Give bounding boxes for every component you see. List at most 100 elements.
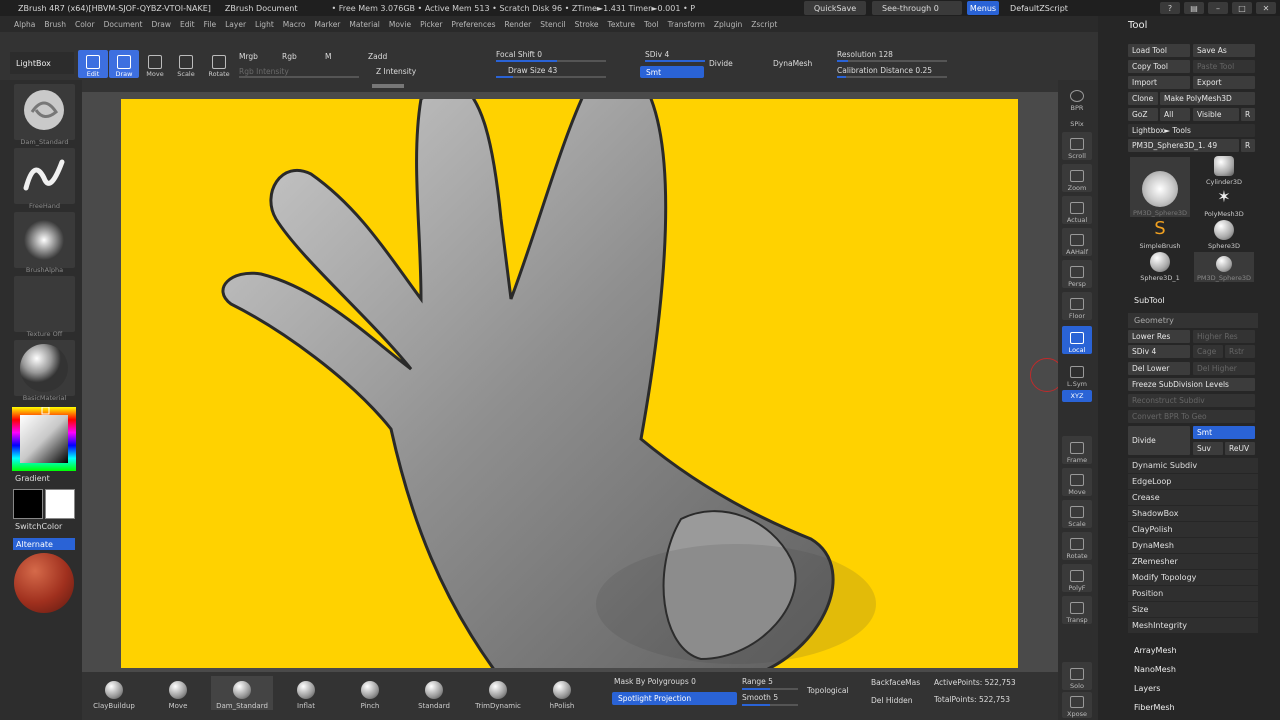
move-button[interactable]: Move [140,50,170,78]
smt-toggle[interactable]: Smt [640,66,704,78]
backface-mask-button[interactable]: BackfaceMas [871,678,920,687]
tool-thumb-pm3d-sphere3d[interactable]: PM3D_Sphere3D [1130,157,1190,217]
mrgb-button[interactable]: Mrgb [239,52,258,61]
current-tool-slider[interactable]: PM3D_Sphere3D_1. 49 [1128,139,1239,152]
menu-stencil[interactable]: Stencil [540,20,565,29]
shelf-scroll-handle[interactable] [372,84,404,88]
rgb-button[interactable]: Rgb [282,52,297,61]
secondary-color-swatch[interactable] [13,489,43,519]
tool-palette-title[interactable]: Tool [1128,20,1147,31]
menu-draw[interactable]: Draw [151,20,171,29]
menu-light[interactable]: Light [255,20,274,29]
scale-button[interactable]: Scale [171,50,201,78]
xpose-button[interactable]: Xpose [1062,692,1092,718]
menu-zplugin[interactable]: Zplugin [714,20,742,29]
zremesher-section[interactable]: ZRemesher [1128,554,1258,569]
tool-thumb-cylinder3d[interactable]: Cylinder3D [1194,156,1254,186]
tool-thumb-sphere3d-1[interactable]: Sphere3D_1 [1130,252,1190,282]
scale-view-button[interactable]: Scale [1062,500,1092,528]
document-canvas[interactable] [121,99,1018,668]
minimize-icon[interactable]: – [1208,2,1228,14]
nanomesh-section[interactable]: NanoMesh [1128,665,1258,674]
del-lower-button[interactable]: Del Lower [1128,362,1190,375]
lsym-button[interactable]: L.Sym [1062,360,1092,388]
menu-file[interactable]: File [204,20,217,29]
see-through-slider[interactable]: See-through 0 [872,1,962,15]
menu-render[interactable]: Render [505,20,532,29]
m-button[interactable]: M [325,52,331,61]
frame-button[interactable]: Frame [1062,436,1092,464]
close-icon[interactable]: ✕ [1256,2,1276,14]
menu-stroke[interactable]: Stroke [575,20,599,29]
quicksave-button[interactable]: QuickSave [804,1,866,15]
cage-button[interactable]: Cage [1193,345,1223,358]
del-higher-button[interactable]: Del Higher [1193,362,1255,375]
scroll-button[interactable]: Scroll [1062,132,1092,160]
lightbox-tools-button[interactable]: Lightbox► Tools [1128,124,1255,137]
calibration-distance-slider[interactable]: Calibration Distance 0.25 [837,66,932,75]
dynamesh-button[interactable]: DynaMesh [773,59,812,68]
menu-zscript[interactable]: Zscript [751,20,777,29]
brush-standard[interactable]: Standard [403,676,465,710]
arraymesh-section[interactable]: ArrayMesh [1128,646,1258,655]
lightbox-button[interactable]: LightBox [10,52,74,74]
rstr-button[interactable]: Rstr [1225,345,1255,358]
spix-slider[interactable]: SPix [1062,114,1092,128]
maximize-icon[interactable]: □ [1232,2,1252,14]
menu-texture[interactable]: Texture [608,20,635,29]
claypolish-section[interactable]: ClayPolish [1128,522,1258,537]
menu-transform[interactable]: Transform [668,20,705,29]
brush-pinch[interactable]: Pinch [339,676,401,710]
goz-r-button[interactable]: R [1241,108,1255,121]
help-icon[interactable]: ? [1160,2,1180,14]
bpr-button[interactable]: BPR [1062,84,1092,112]
stroke-selector[interactable] [14,148,75,204]
convert-bpr-to-geo-button[interactable]: Convert BPR To Geo [1128,410,1255,423]
switch-color-button[interactable]: SwitchColor [15,522,62,531]
main-color-swatch[interactable] [45,489,75,519]
menu-brush[interactable]: Brush [44,20,66,29]
brush-trimdynamic[interactable]: TrimDynamic [467,676,529,710]
menu-material[interactable]: Material [349,20,379,29]
smooth-track[interactable] [742,704,798,706]
menu-layer[interactable]: Layer [225,20,246,29]
persp-button[interactable]: Persp [1062,260,1092,288]
topological-button[interactable]: Topological [807,686,849,695]
spotlight-projection-toggle[interactable]: Spotlight Projection [612,692,737,705]
dynamesh-section[interactable]: DynaMesh [1128,538,1258,553]
clone-button[interactable]: Clone [1128,92,1158,105]
lower-res-button[interactable]: Lower Res [1128,330,1190,343]
smt-panel-toggle[interactable]: Smt [1193,426,1255,439]
export-button[interactable]: Export [1193,76,1255,89]
rotate-view-button[interactable]: Rotate [1062,532,1092,560]
tool-thumb-sphere3d[interactable]: Sphere3D [1194,220,1254,250]
range-track[interactable] [742,688,798,690]
material-selector[interactable] [14,340,75,396]
actual-button[interactable]: Actual [1062,196,1092,224]
rgb-intensity-slider[interactable]: Rgb Intensity [239,67,289,76]
freeze-subdivision-levels-button[interactable]: Freeze SubDivision Levels [1128,378,1255,391]
default-zscript-button[interactable]: DefaultZScript [1003,1,1075,15]
sdiv-track[interactable] [645,60,705,62]
xyz-button[interactable]: XYZ [1062,390,1092,402]
tool-thumb-pm3d-sphere3d-2[interactable]: PM3D_Sphere3D [1194,252,1254,282]
crease-section[interactable]: Crease [1128,490,1258,505]
menu-edit[interactable]: Edit [180,20,195,29]
texture-selector[interactable] [14,276,75,332]
zadd-button[interactable]: Zadd [368,52,387,61]
menu-macro[interactable]: Macro [283,20,306,29]
higher-res-button[interactable]: Higher Res [1193,330,1255,343]
copy-tool-button[interactable]: Copy Tool [1128,60,1190,73]
floor-button[interactable]: Floor [1062,292,1092,320]
focal-shift-track[interactable] [496,60,606,62]
load-tool-button[interactable]: Load Tool [1128,44,1190,57]
sdiv-slider[interactable]: SDiv 4 [645,50,669,59]
divide-button[interactable]: Divide [709,59,733,68]
resolution-track[interactable] [837,60,947,62]
layers-section[interactable]: Layers [1128,684,1258,693]
brush-inflat[interactable]: Inflat [275,676,337,710]
dynamic-subdiv-section[interactable]: Dynamic Subdiv [1128,458,1258,473]
goz-visible-button[interactable]: Visible [1193,108,1239,121]
rotate-button[interactable]: Rotate [204,50,234,78]
suv-toggle[interactable]: Suv [1193,442,1223,455]
